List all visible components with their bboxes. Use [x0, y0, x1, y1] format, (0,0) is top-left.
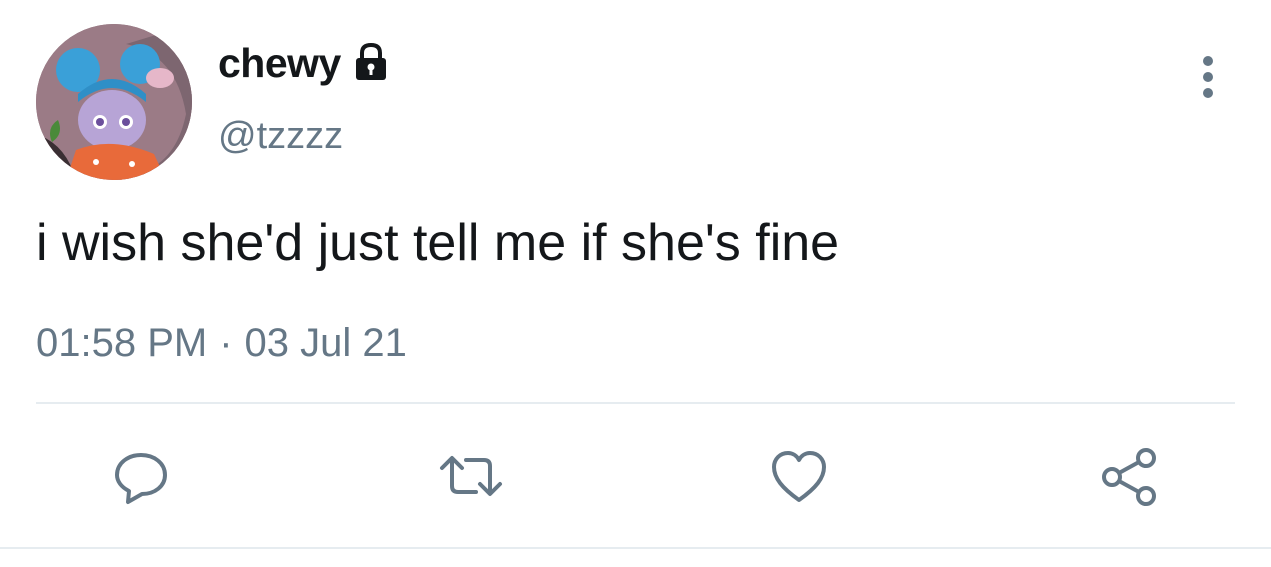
- share-button[interactable]: [1100, 448, 1158, 506]
- more-vertical-icon[interactable]: [1192, 54, 1224, 100]
- like-button[interactable]: [770, 448, 828, 506]
- tweet-card: chewy @tzzzz i wish she'd just tell me i…: [0, 0, 1271, 567]
- retweet-icon: [440, 456, 502, 496]
- tweet-time: 01:58 PM: [36, 321, 208, 365]
- display-name[interactable]: chewy: [218, 38, 341, 88]
- reply-button[interactable]: [112, 448, 170, 506]
- tweet-text: i wish she'd just tell me if she's fine: [36, 214, 840, 272]
- avatar-image: [36, 24, 192, 180]
- bottom-divider: [0, 547, 1271, 549]
- meta-separator: ·: [219, 321, 233, 365]
- tweet-date: 03 Jul 21: [244, 321, 407, 365]
- lock-icon: [352, 42, 390, 82]
- tweet-timestamp[interactable]: 01:58 PM · 03 Jul 21: [36, 318, 407, 368]
- user-handle[interactable]: @tzzzz: [218, 112, 343, 160]
- share-icon: [1102, 448, 1156, 506]
- retweet-button[interactable]: [436, 448, 502, 506]
- reply-icon: [115, 453, 167, 504]
- avatar[interactable]: [36, 24, 192, 180]
- divider: [36, 402, 1235, 404]
- heart-icon: [772, 451, 826, 502]
